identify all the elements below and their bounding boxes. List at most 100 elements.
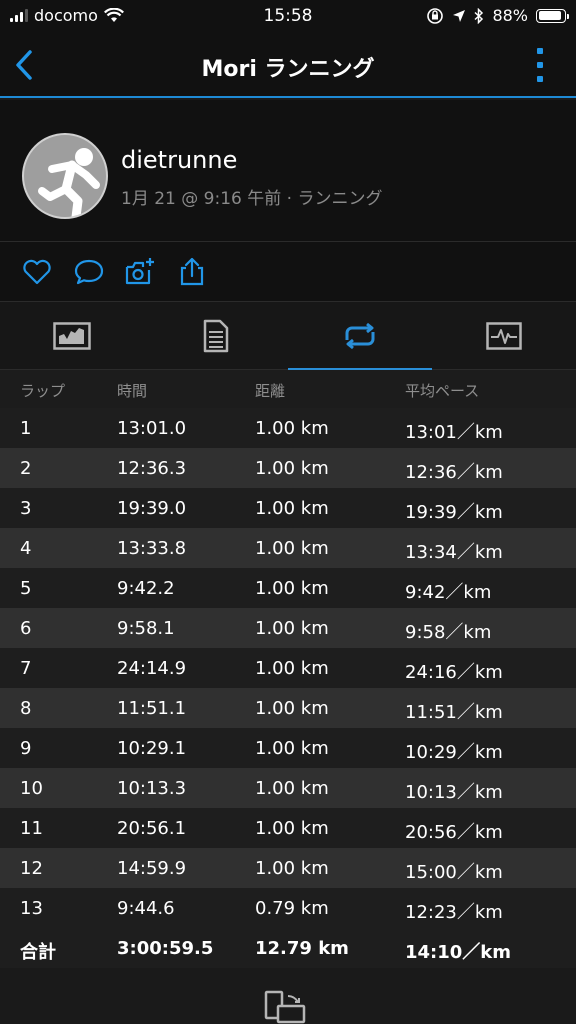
share-icon[interactable]	[176, 256, 208, 288]
laps-icon	[345, 322, 375, 350]
tab-details[interactable]	[144, 302, 288, 370]
status-bar: docomo 15:58 88%	[0, 0, 576, 32]
lap-time: 9:42.2	[117, 578, 175, 599]
lap-pace: 11:51／km	[405, 702, 503, 723]
lap-number: 4	[20, 538, 32, 559]
lap-number: 1	[20, 418, 32, 439]
chart-icon	[53, 322, 91, 350]
table-row: 7 24:14.9 1.00 km 24:16／km	[0, 648, 576, 688]
laps-table: ラップ 時間 距離 平均ペース 1 13:01.0 1.00 km 13:01／km 2…	[0, 370, 576, 968]
battery-icon	[536, 8, 569, 23]
activity-tabs	[0, 302, 576, 371]
location-arrow-icon	[453, 9, 466, 22]
lap-distance: 1.00 km	[255, 538, 329, 559]
lap-number: 10	[20, 778, 43, 799]
username[interactable]: dietrunne	[121, 146, 237, 174]
lap-time: 9:58.1	[117, 618, 175, 639]
lap-distance: 1.00 km	[255, 818, 329, 839]
battery-percent: 88%	[492, 6, 528, 25]
column-header-distance: 距離	[255, 382, 286, 400]
column-header-pace: 平均ペース	[405, 382, 480, 400]
lap-distance: 1.00 km	[255, 578, 329, 599]
table-row: 4 13:33.8 1.00 km 13:34／km	[0, 528, 576, 568]
lap-number: 7	[20, 658, 32, 679]
heart-icon[interactable]	[21, 256, 53, 288]
comment-icon[interactable]	[73, 256, 105, 288]
lap-distance: 1.00 km	[255, 698, 329, 719]
lap-number: 13	[20, 898, 43, 919]
lap-pace: 10:29／km	[405, 742, 503, 763]
rotate-device-icon[interactable]	[264, 990, 312, 1024]
total-distance: 12.79 km	[255, 938, 349, 959]
lap-pace: 13:34／km	[405, 542, 503, 563]
lap-pace: 9:42／km	[405, 582, 492, 603]
lap-pace: 10:13／km	[405, 782, 503, 803]
lap-distance: 1.00 km	[255, 418, 329, 439]
lap-distance: 1.00 km	[255, 618, 329, 639]
document-icon	[203, 319, 229, 353]
tab-chart[interactable]	[0, 302, 144, 370]
lap-pace: 15:00／km	[405, 862, 503, 883]
lap-pace: 9:58／km	[405, 622, 492, 643]
action-bar	[0, 242, 576, 302]
total-pace: 14:10／km	[405, 942, 512, 963]
lap-time: 10:29.1	[117, 738, 187, 759]
table-total-row: 合計 3:00:59.5 12.79 km 14:10／km	[0, 928, 576, 968]
lap-number: 3	[20, 498, 32, 519]
lap-time: 14:59.9	[117, 858, 187, 879]
lap-number: 12	[20, 858, 43, 879]
lap-pace: 19:39／km	[405, 502, 503, 523]
orientation-lock-icon	[427, 7, 444, 24]
lap-time: 13:01.0	[117, 418, 187, 439]
lap-number: 6	[20, 618, 32, 639]
lap-time: 9:44.6	[117, 898, 175, 919]
activity-header: dietrunne 1月 21 @ 9:16 午前 · ランニング	[0, 100, 576, 242]
lap-time: 12:36.3	[117, 458, 187, 479]
lap-number: 8	[20, 698, 32, 719]
table-row: 11 20:56.1 1.00 km 20:56／km	[0, 808, 576, 848]
add-photo-icon[interactable]	[124, 256, 156, 288]
lap-pace: 24:16／km	[405, 662, 503, 683]
lap-distance: 0.79 km	[255, 898, 329, 919]
lap-pace: 12:36／km	[405, 462, 503, 483]
lap-number: 2	[20, 458, 32, 479]
lap-distance: 1.00 km	[255, 498, 329, 519]
avatar[interactable]	[22, 133, 108, 219]
lap-time: 13:33.8	[117, 538, 187, 559]
column-header-lap: ラップ	[20, 382, 66, 400]
tab-stats[interactable]	[432, 302, 576, 370]
lap-pace: 12:23／km	[405, 902, 503, 923]
lap-time: 19:39.0	[117, 498, 187, 519]
lap-pace: 13:01／km	[405, 422, 503, 443]
tab-laps[interactable]	[288, 302, 432, 371]
table-row: 6 9:58.1 1.00 km 9:58／km	[0, 608, 576, 648]
bottom-area	[0, 970, 576, 1024]
total-time: 3:00:59.5	[117, 938, 214, 959]
lap-distance: 1.00 km	[255, 738, 329, 759]
bluetooth-icon	[474, 7, 484, 24]
lap-pace: 20:56／km	[405, 822, 503, 843]
lap-distance: 1.00 km	[255, 458, 329, 479]
lap-distance: 1.00 km	[255, 658, 329, 679]
table-row: 3 19:39.0 1.00 km 19:39／km	[0, 488, 576, 528]
more-options-icon[interactable]	[536, 48, 544, 82]
navigation-bar: Mori ランニング	[0, 32, 576, 98]
lap-time: 24:14.9	[117, 658, 187, 679]
activity-datetime: 1月 21 @ 9:16 午前 · ランニング	[121, 189, 383, 209]
graph-monitor-icon	[486, 322, 522, 350]
table-row: 1 13:01.0 1.00 km 13:01／km	[0, 408, 576, 448]
total-label: 合計	[20, 942, 56, 963]
lap-time: 10:13.3	[117, 778, 187, 799]
table-row: 5 9:42.2 1.00 km 9:42／km	[0, 568, 576, 608]
table-row: 13 9:44.6 0.79 km 12:23／km	[0, 888, 576, 928]
lap-time: 11:51.1	[117, 698, 187, 719]
lap-distance: 1.00 km	[255, 858, 329, 879]
table-row: 10 10:13.3 1.00 km 10:13／km	[0, 768, 576, 808]
table-header-row: ラップ 時間 距離 平均ペース	[0, 370, 576, 408]
column-header-time: 時間	[117, 382, 148, 400]
lap-time: 20:56.1	[117, 818, 187, 839]
lap-distance: 1.00 km	[255, 778, 329, 799]
lap-number: 5	[20, 578, 32, 599]
table-row: 8 11:51.1 1.00 km 11:51／km	[0, 688, 576, 728]
page-title: Mori ランニング	[201, 57, 375, 82]
